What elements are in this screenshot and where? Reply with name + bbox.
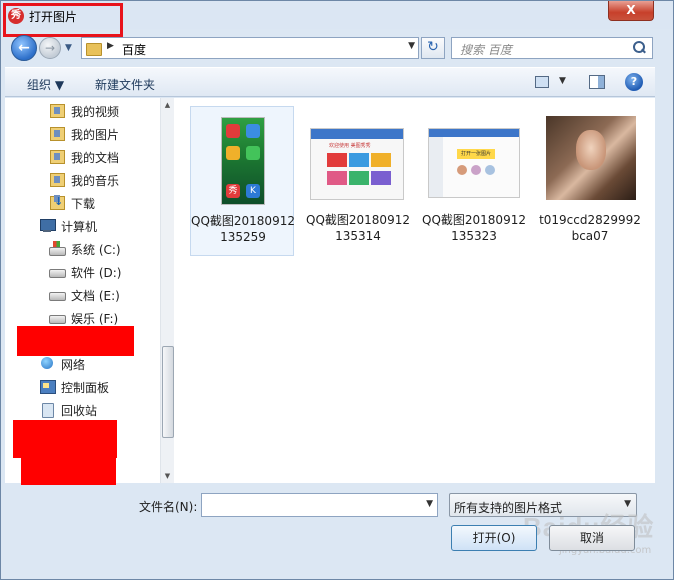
file-thumbnail xyxy=(546,116,636,200)
folder-icon xyxy=(49,126,65,141)
file-item[interactable]: 欢迎使用 美图秀秀 QQ截图20180912135314 xyxy=(306,106,410,256)
sidebar-item-label: 回收站 xyxy=(61,404,98,418)
title-highlight-box xyxy=(3,3,123,37)
redaction-block xyxy=(17,326,134,356)
recycle-bin-icon xyxy=(39,402,55,418)
file-thumbnail: 秀 K xyxy=(221,117,265,205)
address-bar[interactable]: ▶ 百度 ▼ xyxy=(81,37,419,59)
organize-button[interactable]: 组织 ▼ xyxy=(27,76,64,93)
folder-icon xyxy=(49,172,65,187)
sidebar-item-label: 计算机 xyxy=(61,220,98,234)
file-list: 秀 K QQ截图20180912135259 欢迎使用 美图秀秀 QQ截图201… xyxy=(174,98,655,483)
file-thumbnail: 打开一张图片 xyxy=(428,128,520,198)
drive-icon xyxy=(49,287,66,302)
new-folder-button[interactable]: 新建文件夹 xyxy=(95,76,155,93)
scroll-down-icon[interactable]: ▼ xyxy=(161,469,174,483)
redaction-block xyxy=(21,456,116,488)
toolbar: 组织 ▼ 新建文件夹 ▼ ? xyxy=(5,67,655,97)
dialog-footer: 文件名(N): ▼ 所有支持的图片格式 ▼ Baidu经验 jingyan.ba… xyxy=(1,485,673,579)
folder-icon xyxy=(49,103,65,118)
sidebar-item-label: 娱乐 (F:) xyxy=(71,312,119,326)
sidebar-item-label: 控制面板 xyxy=(61,381,110,395)
close-button[interactable]: X xyxy=(608,1,654,21)
file-item[interactable]: 打开一张图片 QQ截图20180912135323 xyxy=(422,106,526,256)
search-placeholder: 搜索 百度 xyxy=(460,43,512,57)
navigation-pane: 我的视频 我的图片 我的文档 我的音乐 下载 计算机 系统 (C:) 软件 ( xyxy=(5,98,174,488)
folder-icon xyxy=(49,149,65,164)
title-bar: 秀 打开图片 X xyxy=(1,1,673,37)
drive-icon xyxy=(49,264,66,279)
view-icon[interactable] xyxy=(535,76,549,88)
navigation-row: ← → ▼ ▶ 百度 ▼ ↻ 搜索 百度 xyxy=(1,34,673,62)
address-dropdown-icon[interactable]: ▼ xyxy=(408,41,415,51)
sidebar-item-label: 系统 (C:) xyxy=(71,243,121,257)
file-name: QQ截图20180912135259 xyxy=(191,214,295,244)
open-image-dialog: 秀 打开图片 X ← → ▼ ▶ 百度 ▼ ↻ 搜索 百度 组织 ▼ 新建文件夹… xyxy=(0,0,674,580)
sidebar-item-label: 我的文档 xyxy=(71,151,120,165)
refresh-button[interactable]: ↻ xyxy=(421,37,445,59)
preview-pane-icon[interactable] xyxy=(589,75,605,89)
scroll-up-icon[interactable]: ▲ xyxy=(161,98,174,112)
control-panel-icon xyxy=(39,379,56,394)
redaction-block xyxy=(13,420,117,458)
download-folder-icon xyxy=(49,195,65,210)
view-dropdown-icon[interactable]: ▼ xyxy=(559,76,566,86)
forward-button[interactable]: → xyxy=(39,37,61,59)
breadcrumb-current[interactable]: 百度 xyxy=(122,41,146,58)
sidebar-item-label: 我的音乐 xyxy=(71,174,120,188)
file-thumbnail: 欢迎使用 美图秀秀 xyxy=(310,128,404,200)
help-icon[interactable]: ? xyxy=(625,73,643,91)
sidebar-item-label: 网络 xyxy=(61,358,86,372)
file-item[interactable]: t019ccd2829992bca07 xyxy=(538,106,642,256)
sidebar-item-label: 文档 (E:) xyxy=(71,289,120,303)
cancel-button[interactable]: 取消 xyxy=(549,525,635,551)
sidebar-item-label: 我的图片 xyxy=(71,128,120,142)
back-button[interactable]: ← xyxy=(11,35,37,61)
breadcrumb-arrow-icon[interactable]: ▶ xyxy=(107,41,114,51)
file-name: QQ截图20180912135314 xyxy=(306,213,410,243)
filename-label: 文件名(N): xyxy=(139,500,198,514)
drive-icon xyxy=(49,310,66,325)
open-button[interactable]: 打开(O) xyxy=(451,525,537,551)
search-input[interactable]: 搜索 百度 xyxy=(451,37,653,59)
network-icon xyxy=(39,356,55,371)
search-icon[interactable] xyxy=(632,41,646,55)
sidebar-item-label: 软件 (D:) xyxy=(71,266,122,280)
nav-pane-scrollbar[interactable]: ▲ ▼ xyxy=(160,98,174,483)
filename-dropdown-icon[interactable]: ▼ xyxy=(426,499,433,509)
sidebar-item-label: 我的视频 xyxy=(71,105,120,119)
file-name: t019ccd2829992bca07 xyxy=(539,213,641,243)
filename-input[interactable]: ▼ xyxy=(201,493,438,517)
system-drive-icon xyxy=(49,241,66,256)
folder-icon xyxy=(86,41,102,56)
recent-locations-dropdown[interactable]: ▼ xyxy=(65,43,72,53)
scroll-thumb[interactable] xyxy=(162,346,174,438)
file-name: QQ截图20180912135323 xyxy=(422,213,526,243)
file-item[interactable]: 秀 K QQ截图20180912135259 xyxy=(190,106,295,256)
sidebar-item-label: 下载 xyxy=(71,197,96,211)
computer-icon xyxy=(39,218,56,233)
